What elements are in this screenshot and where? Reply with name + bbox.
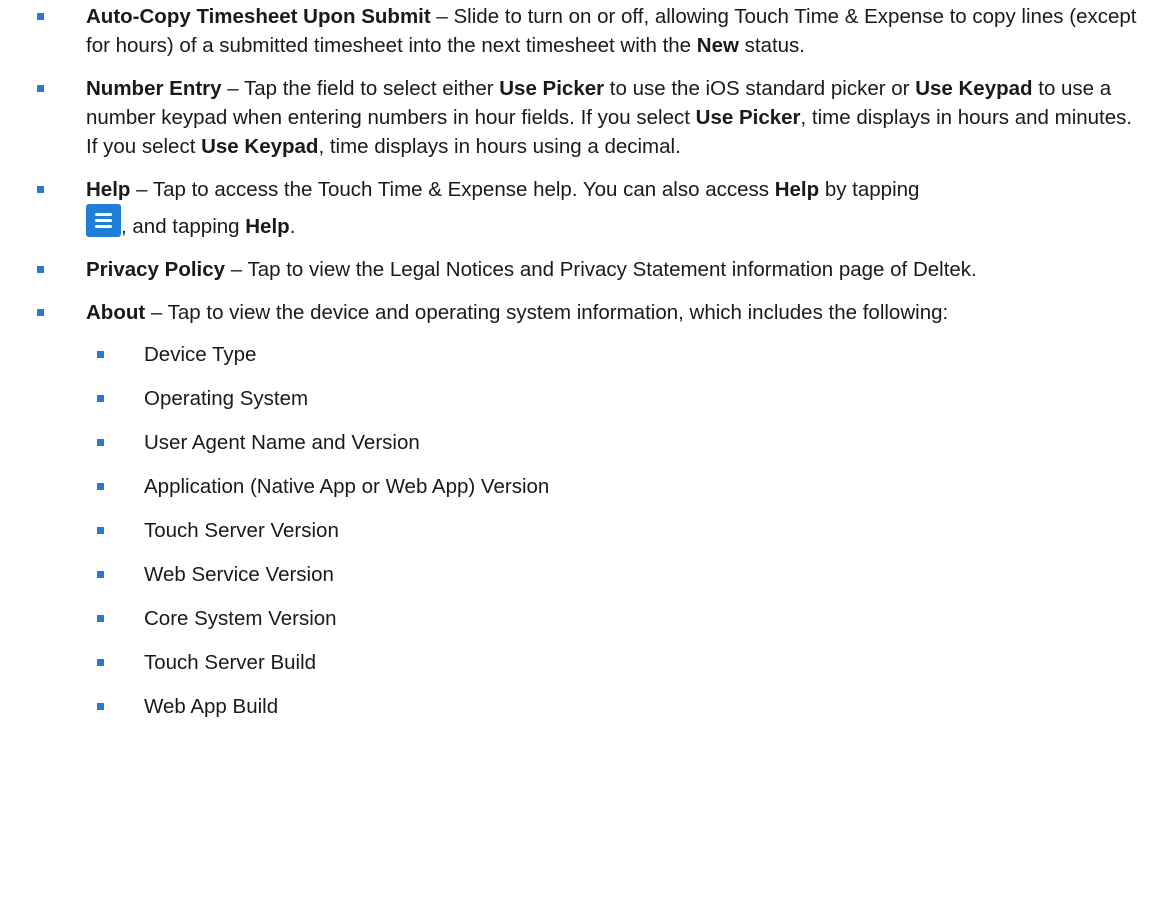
document-page: Auto-Copy Timesheet Upon Submit – Slide … bbox=[0, 0, 1163, 898]
description-text: – Tap to view the device and operating s… bbox=[145, 301, 949, 324]
menu-icon bbox=[86, 204, 121, 237]
sub-list-item: Web App Build bbox=[86, 692, 1143, 721]
bold-text: Use Keypad bbox=[915, 77, 1033, 100]
settings-description-list: Auto-Copy Timesheet Upon Submit – Slide … bbox=[0, 2, 1163, 736]
bullet-icon bbox=[97, 351, 104, 358]
description-text: – Tap to view the Legal Notices and Priv… bbox=[225, 258, 977, 281]
sub-item-label: Touch Server Version bbox=[144, 519, 339, 542]
sub-list-item: User Agent Name and Version bbox=[86, 428, 1143, 457]
bullet-icon bbox=[97, 395, 104, 402]
description-text: status. bbox=[738, 34, 806, 57]
bullet-icon bbox=[37, 266, 44, 273]
bullet-icon bbox=[97, 527, 104, 534]
sub-list-item: Application (Native App or Web App) Vers… bbox=[86, 472, 1143, 501]
sub-item-label: Core System Version bbox=[144, 607, 337, 630]
term-label: About bbox=[86, 301, 146, 324]
sub-item-label: Web App Build bbox=[144, 695, 279, 718]
term-label: Number Entry bbox=[86, 77, 222, 100]
sub-item-label: Web Service Version bbox=[144, 563, 334, 586]
sub-list-item: Core System Version bbox=[86, 604, 1143, 633]
list-item-number-entry: Number Entry – Tap the field to select e… bbox=[0, 74, 1163, 161]
bullet-icon bbox=[37, 309, 44, 316]
sub-list-item: Device Type bbox=[86, 340, 1143, 369]
description-text: – Tap to access the Touch Time & Expense… bbox=[130, 178, 775, 201]
description-text: . bbox=[289, 215, 296, 238]
description-text: to use the iOS standard picker or bbox=[604, 77, 916, 100]
sub-item-label: User Agent Name and Version bbox=[144, 431, 420, 454]
description-text: by tapping bbox=[819, 178, 920, 201]
bullet-icon bbox=[97, 703, 104, 710]
sub-list-item: Touch Server Build bbox=[86, 648, 1143, 677]
sub-list-item: Touch Server Version bbox=[86, 516, 1143, 545]
bullet-icon bbox=[37, 85, 44, 92]
sub-item-label: Operating System bbox=[144, 387, 309, 410]
bullet-icon bbox=[97, 615, 104, 622]
description-text: , and tapping bbox=[121, 215, 246, 238]
sub-item-label: Device Type bbox=[144, 343, 257, 366]
bullet-icon bbox=[97, 571, 104, 578]
bold-text: Use Keypad bbox=[201, 135, 319, 158]
list-item-about: About – Tap to view the device and opera… bbox=[0, 298, 1163, 721]
bullet-icon bbox=[97, 483, 104, 490]
term-label: Auto-Copy Timesheet Upon Submit bbox=[86, 5, 431, 28]
term-label: Help bbox=[86, 178, 131, 201]
bullet-icon bbox=[97, 439, 104, 446]
sub-item-label: Touch Server Build bbox=[144, 651, 317, 674]
about-sublist: Device Type Operating System User Agent … bbox=[86, 340, 1143, 721]
description-text: , time displays in hours using a decimal… bbox=[318, 135, 681, 158]
bullet-icon bbox=[37, 13, 44, 20]
sub-list-item: Web Service Version bbox=[86, 560, 1143, 589]
bullet-icon bbox=[37, 186, 44, 193]
bold-text: Use Picker bbox=[499, 77, 605, 100]
bold-text: Help bbox=[245, 215, 290, 238]
bullet-icon bbox=[97, 659, 104, 666]
sub-item-label: Application (Native App or Web App) Vers… bbox=[144, 475, 550, 498]
bold-text: New bbox=[696, 34, 739, 57]
bold-text: Use Picker bbox=[695, 106, 801, 129]
bold-text: Help bbox=[774, 178, 820, 201]
sub-list-item: Operating System bbox=[86, 384, 1143, 413]
list-item-auto-copy: Auto-Copy Timesheet Upon Submit – Slide … bbox=[0, 2, 1163, 60]
term-label: Privacy Policy bbox=[86, 258, 226, 281]
list-item-help: Help – Tap to access the Touch Time & Ex… bbox=[0, 175, 1163, 241]
list-item-privacy-policy: Privacy Policy – Tap to view the Legal N… bbox=[0, 255, 1163, 284]
description-text: – Tap the field to select either bbox=[221, 77, 500, 100]
